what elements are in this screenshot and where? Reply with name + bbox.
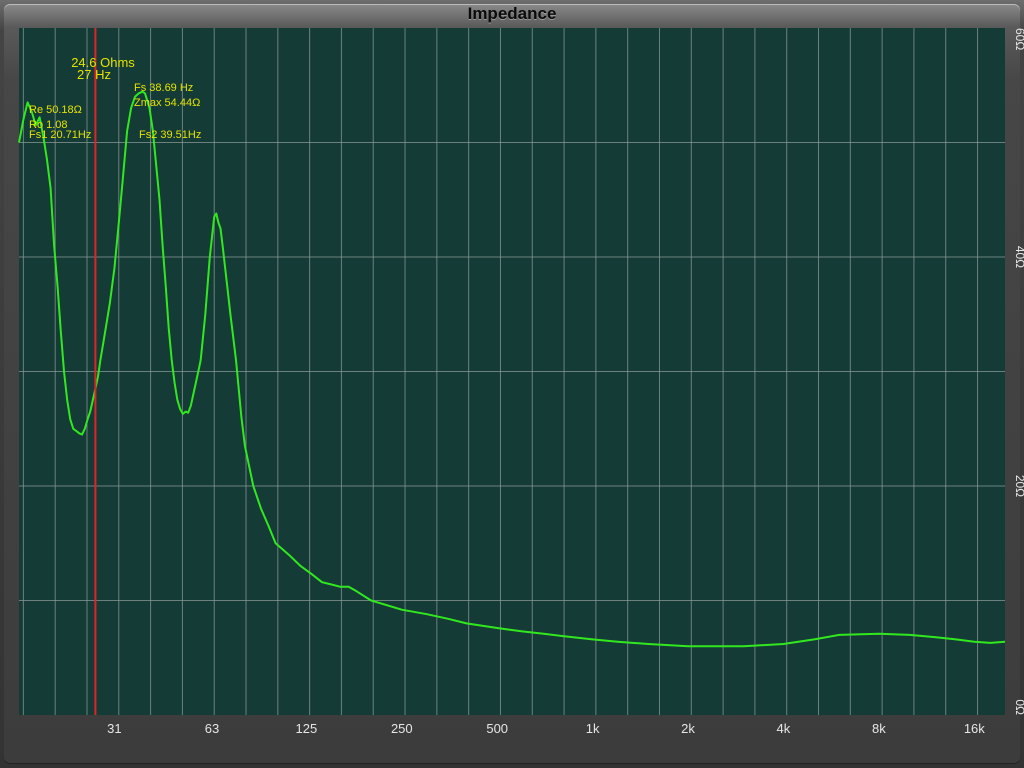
- impedance-chart[interactable]: 24.6 Ohms27 HzRe 50.18ΩRo 1.08Fs1 20.71H…: [0, 0, 1024, 768]
- y-tick-label: 0Ω: [1013, 699, 1024, 715]
- fs1-label: Fs1 20.71Hz: [29, 129, 91, 141]
- x-tick-label: 16k: [964, 721, 985, 736]
- x-tick-label: 125: [296, 721, 318, 736]
- fs-label: Fs 38.69 Hz: [134, 82, 193, 94]
- y-tick-label: 40Ω: [1013, 246, 1024, 268]
- x-tick-label: 63: [205, 721, 219, 736]
- x-axis-ticks: 31 63 125 250 500 1k 2k 4k 8k 16k: [107, 721, 985, 736]
- x-tick-label: 250: [391, 721, 413, 736]
- x-tick-label: 4k: [777, 721, 791, 736]
- re-label: Re 50.18Ω: [29, 104, 82, 116]
- x-tick-label: 8k: [872, 721, 886, 736]
- zmax-label: Zmax 54.44Ω: [134, 97, 200, 109]
- x-tick-label: 2k: [681, 721, 695, 736]
- y-tick-label: 60Ω: [1013, 28, 1024, 50]
- fs2-label: Fs2 39.51Hz: [139, 129, 201, 141]
- x-tick-label: 1k: [586, 721, 600, 736]
- y-tick-label: 20Ω: [1013, 475, 1024, 497]
- y-axis-ticks: 0Ω 20Ω 40Ω 60Ω: [1013, 28, 1024, 715]
- x-tick-label: 31: [107, 721, 121, 736]
- x-tick-label: 500: [486, 721, 508, 736]
- cursor-frequency-label: 27 Hz: [77, 67, 111, 82]
